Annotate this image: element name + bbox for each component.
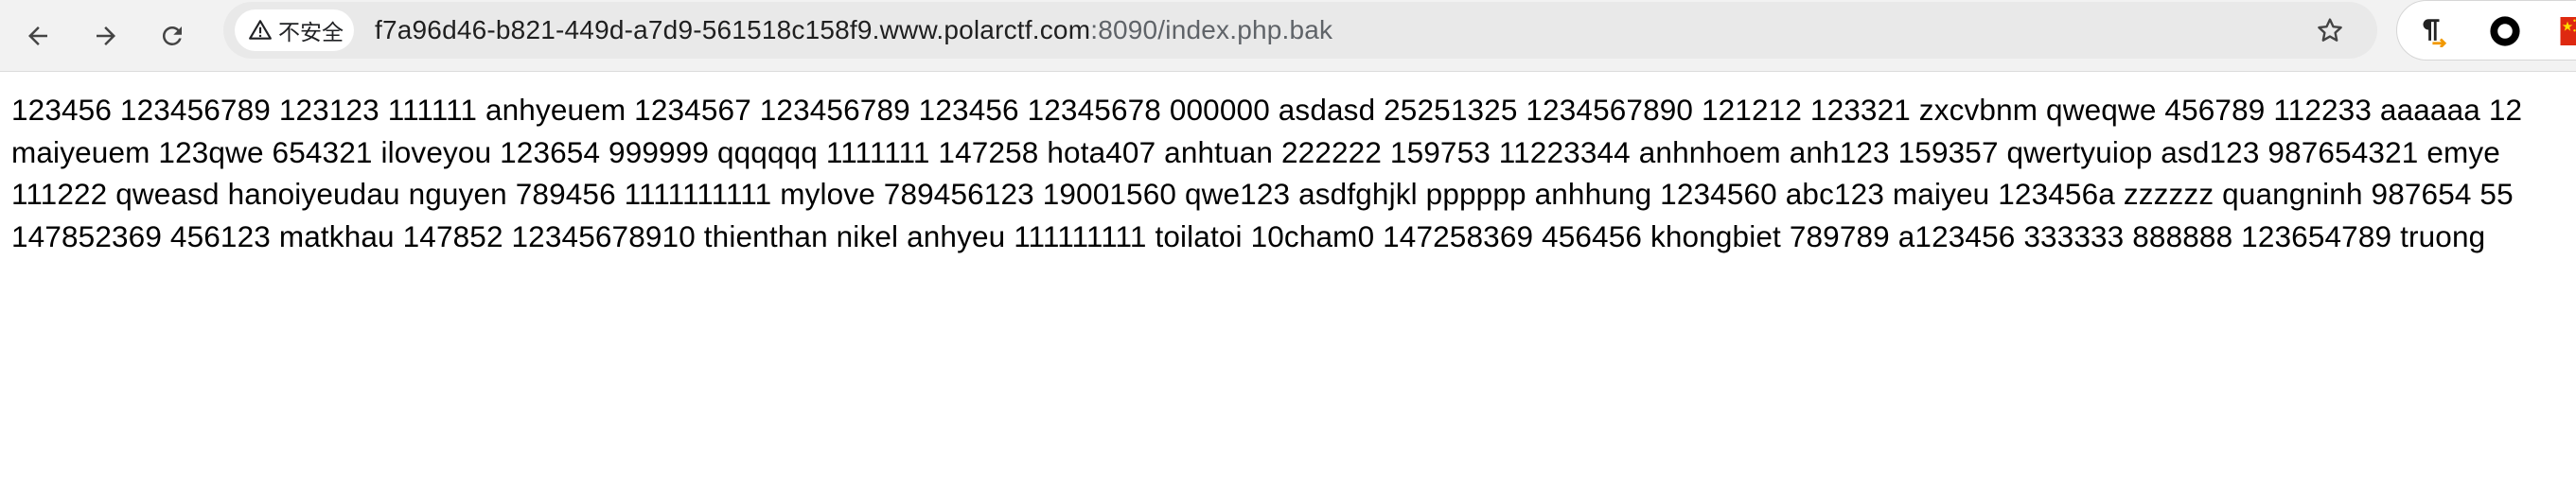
back-button[interactable] [11,9,64,62]
page-content: 123456 123456789 123123 111111 anhyeuem … [0,72,2576,503]
text-line: 111222 qweasd hanoiyeudau nguyen 789456 … [11,177,2514,211]
text-line: 123456 123456789 123123 111111 anhyeuem … [11,93,2523,127]
reload-icon [162,26,182,45]
extensions-area [2396,0,2576,61]
security-indicator[interactable]: 不安全 [235,9,354,51]
back-arrow-icon [28,26,47,45]
china-flag-extension-icon [2560,17,2576,45]
star-icon [2318,18,2342,42]
warning-triangle-icon [249,20,272,40]
china-flag-extension-button[interactable] [2560,14,2576,48]
url-host: f7a96d46-b821-449d-a7d9-561518c158f9.www… [375,15,1091,44]
forward-button[interactable] [79,9,132,62]
reload-button[interactable] [146,9,199,62]
text-line: maiyeuem 123qwe 654321 iloveyou 123654 9… [11,134,2500,169]
browser-toolbar: 不安全 f7a96d46-b821-449d-a7d9-561518c158f9… [0,0,2576,72]
pilcrow-extension-button[interactable] [2414,14,2448,48]
bookmark-button[interactable] [2313,13,2347,47]
url-text[interactable]: f7a96d46-b821-449d-a7d9-561518c158f9.www… [375,2,1332,59]
address-bar[interactable]: 不安全 f7a96d46-b821-449d-a7d9-561518c158f9… [223,2,2377,59]
circle-extension-icon [2490,16,2520,46]
circle-extension-button[interactable] [2488,14,2522,48]
security-label: 不安全 [278,20,344,44]
url-path: :8090/index.php.bak [1090,15,1333,44]
pilcrow-extension-icon [2423,19,2447,47]
text-line: 147852369 456123 matkhau 147852 12345678… [11,218,2486,253]
forward-arrow-icon [97,26,115,45]
